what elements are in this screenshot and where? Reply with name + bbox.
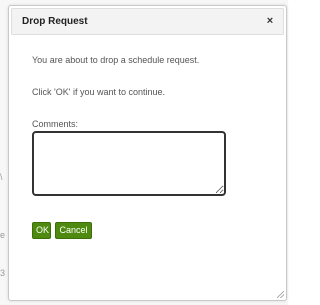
dialog-resize-handle[interactable] bbox=[277, 291, 284, 298]
dialog-title: Drop Request bbox=[22, 16, 88, 27]
cancel-button[interactable]: Cancel bbox=[55, 222, 92, 239]
comments-field[interactable] bbox=[32, 131, 226, 196]
background-fragment: 3 bbox=[0, 268, 6, 278]
close-icon[interactable]: × bbox=[263, 14, 277, 28]
ok-button[interactable]: OK bbox=[32, 222, 51, 239]
comments-label: Comments: bbox=[32, 119, 79, 129]
dialog-instruction: Click 'OK' if you want to continue. bbox=[32, 87, 165, 97]
drop-request-dialog: Drop Request × You are about to drop a s… bbox=[8, 5, 287, 301]
background-fragment: \ bbox=[0, 172, 3, 182]
background-fragment: e bbox=[0, 230, 6, 240]
dialog-titlebar[interactable]: Drop Request × bbox=[11, 8, 284, 35]
dialog-message: You are about to drop a schedule request… bbox=[32, 55, 200, 65]
